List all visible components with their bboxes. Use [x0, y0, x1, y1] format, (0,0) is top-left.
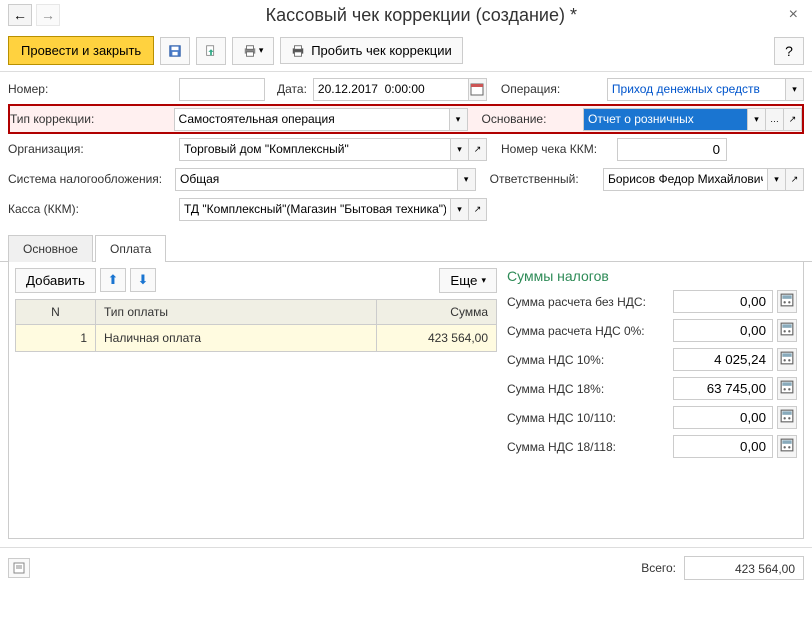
- tax-input[interactable]: [673, 319, 773, 342]
- calculator-icon: [780, 293, 794, 307]
- tax-input[interactable]: [673, 348, 773, 371]
- tax-label: Сумма расчета без НДС:: [507, 295, 669, 309]
- kkm-check-input[interactable]: [617, 138, 727, 161]
- print-correction-button[interactable]: Пробить чек коррекции: [280, 37, 463, 64]
- note-icon: [12, 561, 26, 575]
- calendar-icon: [470, 82, 484, 96]
- col-sum[interactable]: Сумма: [377, 300, 497, 325]
- total-value: 423 564,00: [684, 556, 804, 580]
- kassa-dropdown[interactable]: ▾: [451, 198, 469, 221]
- cell-type: Наличная оплата: [96, 325, 377, 352]
- tax-label: Сумма НДС 10%:: [507, 353, 669, 367]
- kassa-label: Касса (ККМ):: [8, 200, 173, 218]
- tax-input[interactable]: [673, 406, 773, 429]
- tax-input[interactable]: [673, 435, 773, 458]
- more-button[interactable]: Еще ▾: [439, 268, 497, 293]
- tax-input[interactable]: [673, 290, 773, 313]
- tax-system-label: Система налогообложения:: [8, 170, 169, 188]
- tax-label: Сумма НДС 10/110:: [507, 411, 669, 425]
- calendar-button[interactable]: [469, 78, 487, 101]
- tab-payment[interactable]: Оплата: [95, 235, 166, 262]
- tax-row: Сумма расчета без НДС:: [507, 290, 797, 313]
- org-input[interactable]: [179, 138, 451, 161]
- calculator-icon: [780, 351, 794, 365]
- responsible-open[interactable]: ↗: [786, 168, 804, 191]
- basis-dropdown[interactable]: ▾: [748, 108, 766, 131]
- responsible-label: Ответственный:: [490, 170, 597, 188]
- tax-row: Сумма НДС 10/110:: [507, 406, 797, 429]
- basis-ellipsis[interactable]: …: [766, 108, 784, 131]
- move-up-button[interactable]: ⬆: [100, 268, 126, 292]
- tax-input[interactable]: [673, 377, 773, 400]
- more-label: Еще: [450, 273, 477, 288]
- tab-main[interactable]: Основное: [8, 235, 93, 262]
- basis-input[interactable]: [583, 108, 748, 131]
- org-dropdown[interactable]: ▾: [451, 138, 469, 161]
- print-dropdown-button[interactable]: ▾: [232, 37, 274, 65]
- operation-label: Операция:: [501, 80, 601, 98]
- submit-button[interactable]: [196, 37, 226, 65]
- calculator-icon: [780, 409, 794, 423]
- operation-input[interactable]: [607, 78, 786, 101]
- table-row[interactable]: 1 Наличная оплата 423 564,00: [16, 325, 497, 352]
- basis-label: Основание:: [482, 110, 577, 128]
- tax-row: Сумма НДС 18/118:: [507, 435, 797, 458]
- date-input[interactable]: [313, 78, 469, 101]
- nav-back-button[interactable]: ←: [8, 4, 32, 26]
- close-icon[interactable]: ×: [783, 6, 804, 24]
- calculator-button[interactable]: [777, 319, 797, 342]
- taxes-title: Суммы налогов: [507, 268, 797, 284]
- calculator-icon: [780, 380, 794, 394]
- save-button[interactable]: [160, 37, 190, 65]
- floppy-icon: [168, 44, 182, 58]
- basis-open[interactable]: ↗: [784, 108, 802, 131]
- date-label: Дата:: [277, 80, 307, 98]
- col-type[interactable]: Тип оплаты: [96, 300, 377, 325]
- calculator-button[interactable]: [777, 290, 797, 313]
- operation-dropdown[interactable]: ▾: [786, 78, 804, 101]
- total-label: Всего:: [641, 561, 676, 575]
- tax-label: Сумма НДС 18%:: [507, 382, 669, 396]
- number-input[interactable]: [179, 78, 265, 101]
- tax-label: Сумма НДС 18/118:: [507, 440, 669, 454]
- document-arrow-icon: [204, 44, 218, 58]
- calculator-button[interactable]: [777, 406, 797, 429]
- responsible-dropdown[interactable]: ▾: [768, 168, 786, 191]
- calculator-icon: [780, 322, 794, 336]
- tax-row: Сумма НДС 10%:: [507, 348, 797, 371]
- printer-icon: [291, 44, 305, 58]
- responsible-input[interactable]: [603, 168, 768, 191]
- kassa-input[interactable]: [179, 198, 451, 221]
- kassa-open[interactable]: ↗: [469, 198, 487, 221]
- page-title: Кассовый чек коррекции (создание) *: [64, 5, 779, 26]
- org-open[interactable]: ↗: [469, 138, 487, 161]
- number-label: Номер:: [8, 80, 173, 98]
- kkm-check-label: Номер чека ККМ:: [501, 140, 611, 158]
- calculator-icon: [780, 438, 794, 452]
- col-n[interactable]: N: [16, 300, 96, 325]
- tax-label: Сумма расчета НДС 0%:: [507, 324, 669, 338]
- calculator-button[interactable]: [777, 435, 797, 458]
- help-button[interactable]: ?: [774, 37, 804, 65]
- org-label: Организация:: [8, 140, 173, 158]
- cell-sum: 423 564,00: [377, 325, 497, 352]
- nav-forward-button[interactable]: →: [36, 4, 60, 26]
- cell-n: 1: [16, 325, 96, 352]
- submit-close-button[interactable]: Провести и закрыть: [8, 36, 154, 65]
- tax-row: Сумма НДС 18%:: [507, 377, 797, 400]
- calculator-button[interactable]: [777, 377, 797, 400]
- tax-system-input[interactable]: [175, 168, 458, 191]
- payment-table: N Тип оплаты Сумма 1 Наличная оплата 423…: [15, 299, 497, 352]
- correction-type-label: Тип коррекции:: [10, 110, 168, 128]
- add-button[interactable]: Добавить: [15, 268, 96, 293]
- calculator-button[interactable]: [777, 348, 797, 371]
- tax-row: Сумма расчета НДС 0%:: [507, 319, 797, 342]
- footer-icon-button[interactable]: [8, 558, 30, 578]
- correction-type-input[interactable]: [174, 108, 450, 131]
- move-down-button[interactable]: ⬇: [130, 268, 156, 292]
- printer-icon: [243, 44, 257, 58]
- correction-type-dropdown[interactable]: ▾: [450, 108, 468, 131]
- print-correction-label: Пробить чек коррекции: [311, 43, 452, 58]
- tax-system-dropdown[interactable]: ▾: [458, 168, 476, 191]
